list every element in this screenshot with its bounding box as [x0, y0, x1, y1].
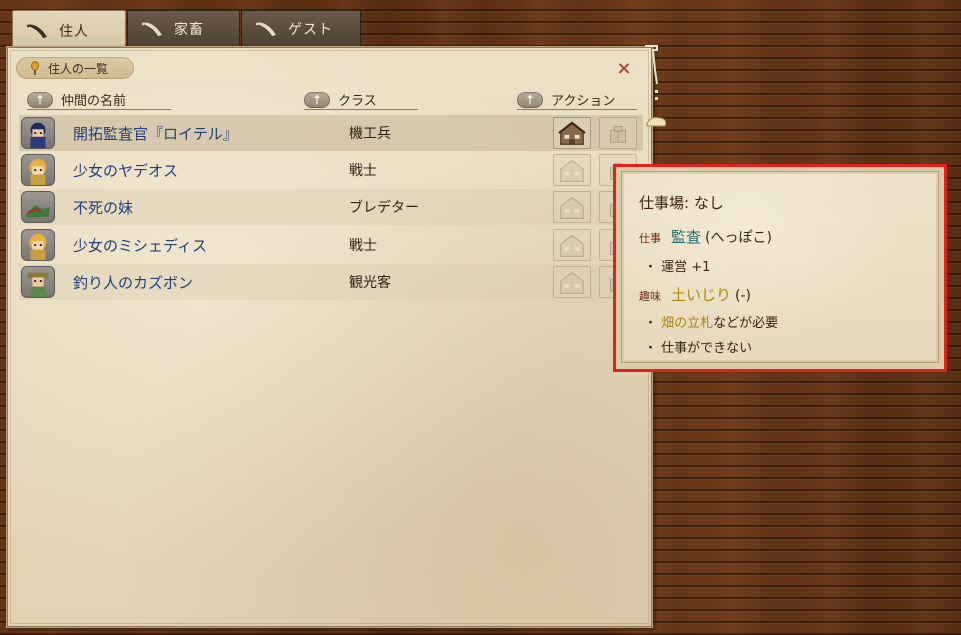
- tab-label: 住人: [59, 23, 89, 40]
- hobby-line: 趣味 土いじり (-): [639, 284, 751, 305]
- pin-icon: [31, 61, 39, 75]
- house-icon[interactable]: [553, 117, 591, 149]
- work-rank: (へっぽこ): [705, 230, 772, 246]
- tab-livestock[interactable]: 家畜: [127, 10, 240, 47]
- work-line: 仕事 監査 (へっぽこ): [639, 226, 772, 247]
- residents-panel: 住人の一覧 × 仲間の名前 クラス アクション 開拓監査官『ロイテル』 機工兵 …: [6, 46, 653, 628]
- table-row[interactable]: 少女のミシェディス 戦士: [19, 227, 643, 263]
- column-header-label: アクション: [551, 94, 616, 109]
- requirement-text: などが必要: [713, 316, 779, 331]
- hobby-label: 趣味: [639, 290, 661, 303]
- close-button[interactable]: ×: [616, 60, 632, 78]
- column-header-name[interactable]: 仲間の名前: [27, 90, 171, 110]
- hobby-note: ・ 仕事ができない: [644, 341, 753, 356]
- tab-residents[interactable]: 住人: [12, 10, 126, 50]
- house-icon[interactable]: [553, 191, 591, 223]
- tab-label: ゲスト: [288, 22, 333, 38]
- green-creature-portrait: [21, 191, 55, 223]
- hobby-rank: (-): [735, 288, 751, 304]
- resident-name: 少女のヤデオス: [73, 161, 179, 180]
- work-bonus: ・ 運営 +1: [644, 260, 711, 275]
- sort-icon: [27, 91, 53, 108]
- panel-title: 住人の一覧: [16, 57, 135, 79]
- table-row[interactable]: 釣り人のカズボン 観光客: [19, 264, 643, 300]
- column-header-label: クラス: [338, 94, 377, 109]
- hobby-requirement: ・ 畑の立札などが必要: [644, 312, 778, 331]
- table-row[interactable]: 不死の妹 ブレデター: [19, 189, 643, 225]
- sort-icon: [517, 91, 543, 108]
- table-row[interactable]: 少女のヤデオス 戦士: [19, 152, 643, 188]
- house-icon[interactable]: [553, 229, 591, 261]
- hook-icon: [645, 45, 667, 127]
- workplace-label: 仕事場: なし: [639, 194, 724, 212]
- panel-title-text: 住人の一覧: [48, 61, 109, 76]
- resident-class: 戦士: [349, 163, 377, 179]
- tab-label: 家畜: [174, 22, 204, 38]
- blue-haired-officer-portrait: [21, 117, 55, 149]
- fisherman-portrait: [21, 266, 55, 298]
- resident-class: 観光客: [349, 275, 391, 291]
- column-header-action[interactable]: アクション: [517, 90, 637, 110]
- required-item: 畑の立札: [661, 316, 714, 331]
- tooltip-body: 仕事場: なし 仕事 監査 (へっぽこ) ・ 運営 +1 趣味 土いじり (-)…: [621, 171, 939, 363]
- resident-detail-tooltip: 仕事場: なし 仕事 監査 (へっぽこ) ・ 運営 +1 趣味 土いじり (-)…: [613, 164, 947, 372]
- column-header-label: 仲間の名前: [61, 94, 127, 109]
- hobby-value: 土いじり: [671, 286, 732, 304]
- resident-class: 戦士: [349, 238, 377, 254]
- resident-class: 機工兵: [349, 126, 391, 142]
- sort-icon: [304, 91, 330, 108]
- resident-name: 釣り人のカズボン: [73, 273, 194, 292]
- blonde-girl-portrait: [21, 229, 55, 261]
- resident-class: ブレデター: [349, 200, 419, 216]
- house-icon[interactable]: [553, 266, 591, 298]
- resident-name: 不死の妹: [73, 198, 134, 217]
- resident-name: 少女のミシェディス: [73, 236, 207, 255]
- feather-icon: [142, 21, 164, 37]
- feather-icon: [27, 23, 49, 39]
- feather-icon: [256, 21, 278, 37]
- column-header-class[interactable]: クラス: [304, 90, 418, 110]
- work-label: 仕事: [639, 232, 661, 245]
- tab-guests[interactable]: ゲスト: [241, 10, 361, 47]
- house-icon[interactable]: [553, 154, 591, 186]
- work-value: 監査: [671, 228, 702, 246]
- bullet: ・: [644, 316, 662, 331]
- resident-name: 開拓監査官『ロイテル』: [73, 124, 238, 143]
- blonde-girl-portrait: [21, 154, 55, 186]
- workplace-icon[interactable]: [599, 117, 637, 149]
- table-row[interactable]: 開拓監査官『ロイテル』 機工兵: [19, 115, 643, 151]
